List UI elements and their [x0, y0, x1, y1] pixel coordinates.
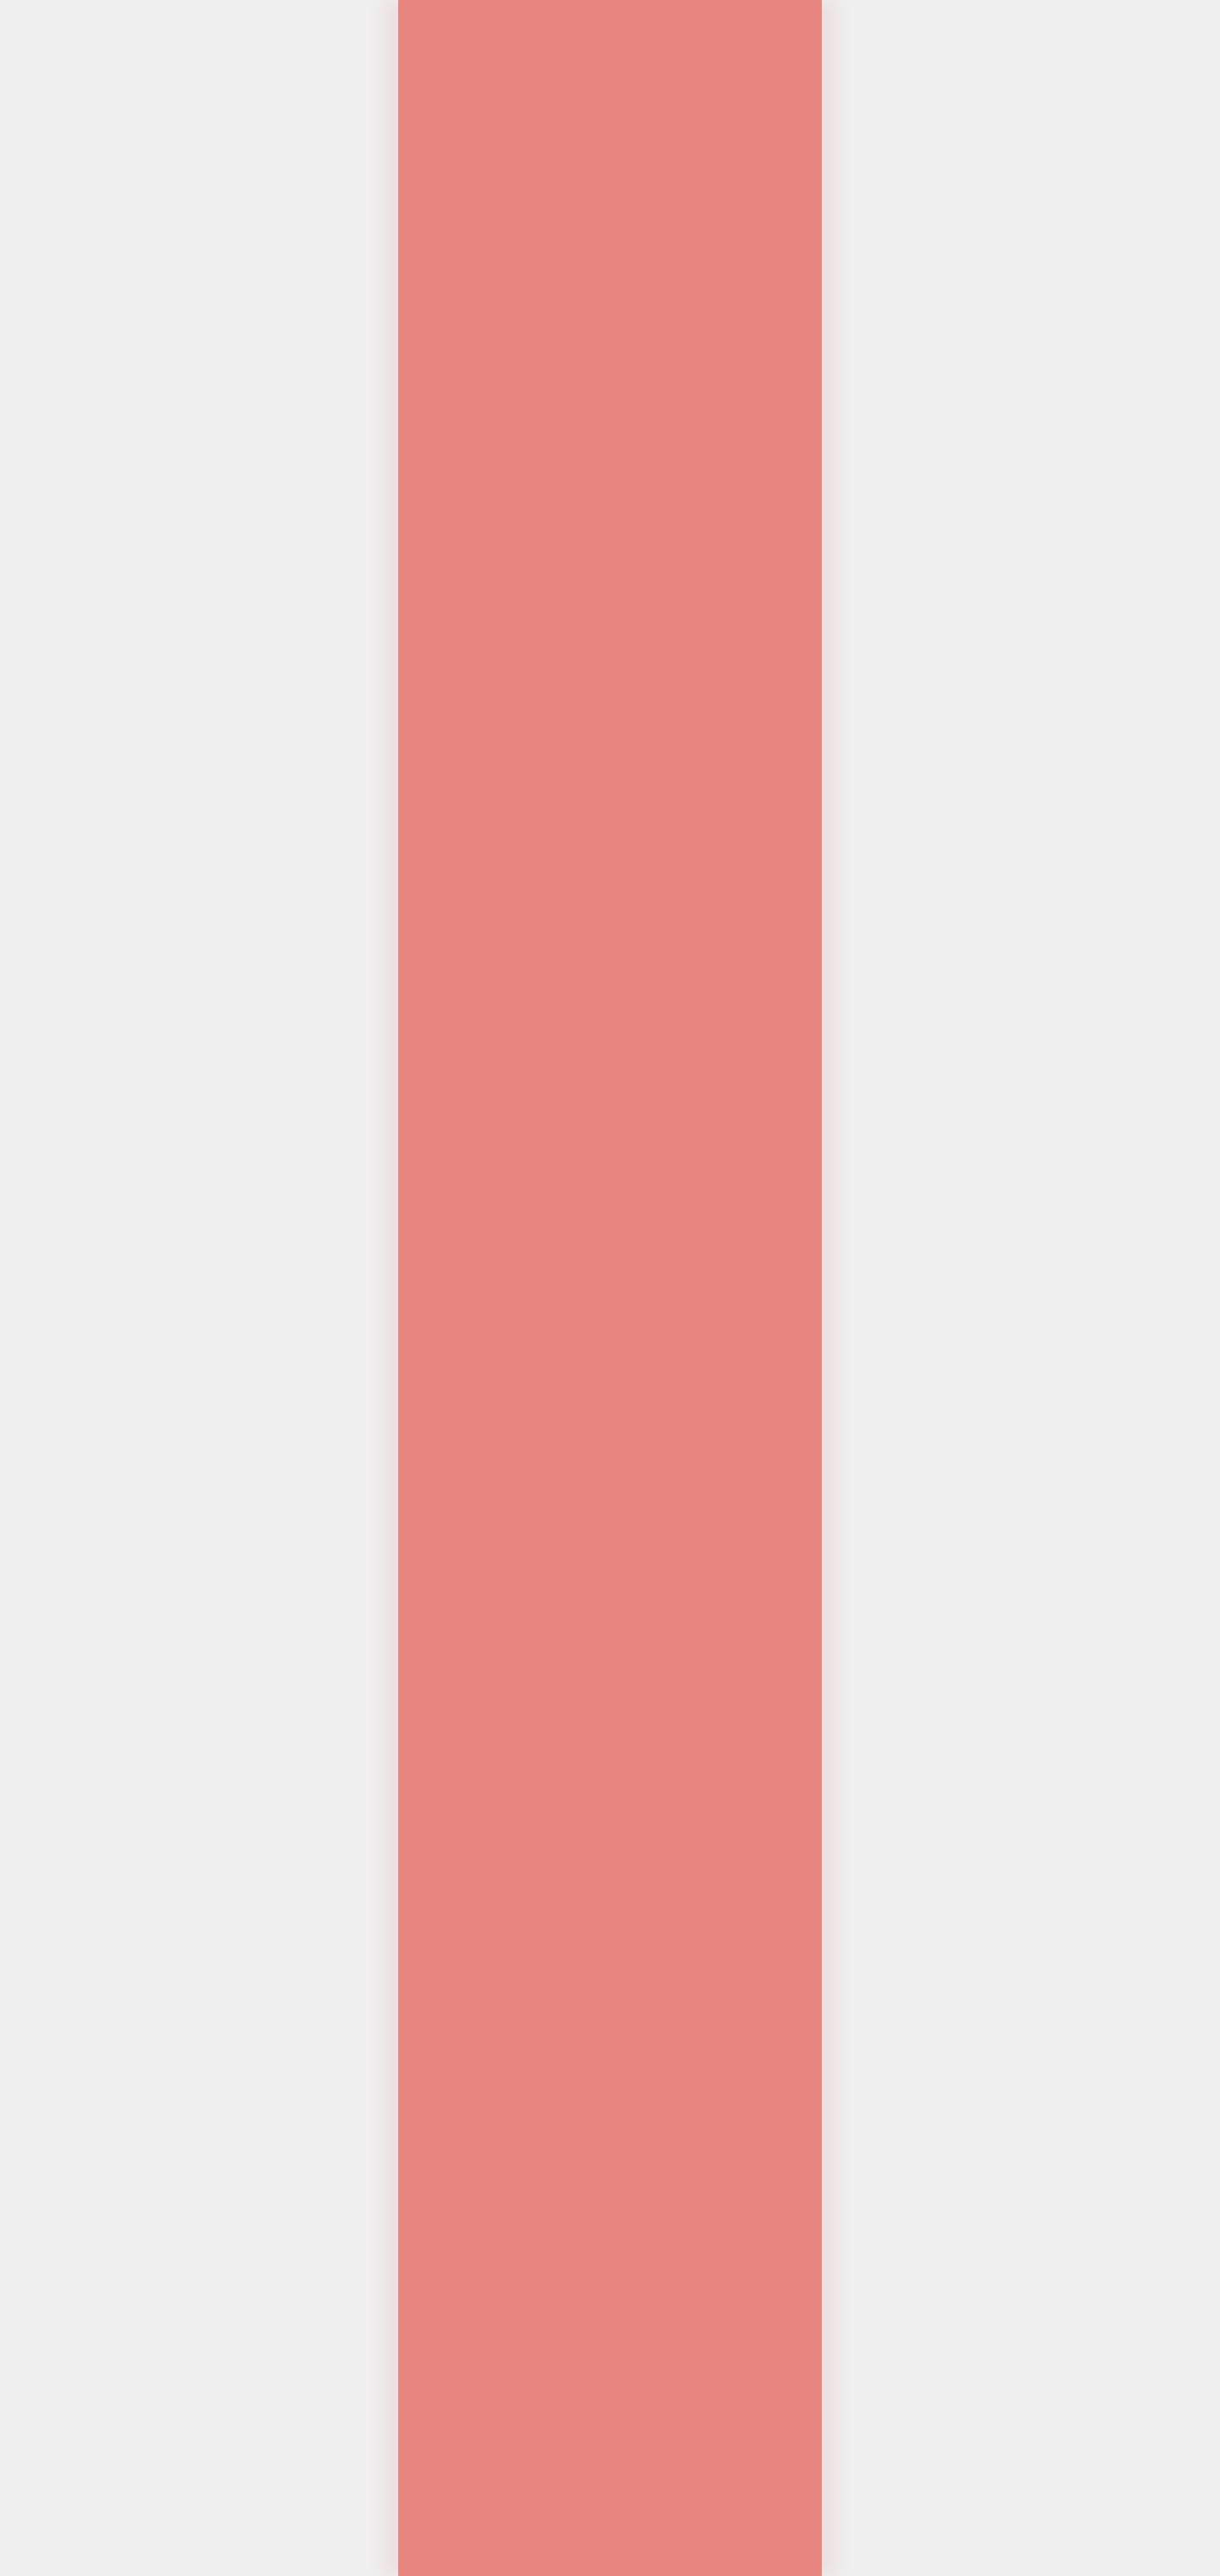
canvas [0, 0, 1220, 2576]
vertical-bar [398, 0, 822, 2576]
